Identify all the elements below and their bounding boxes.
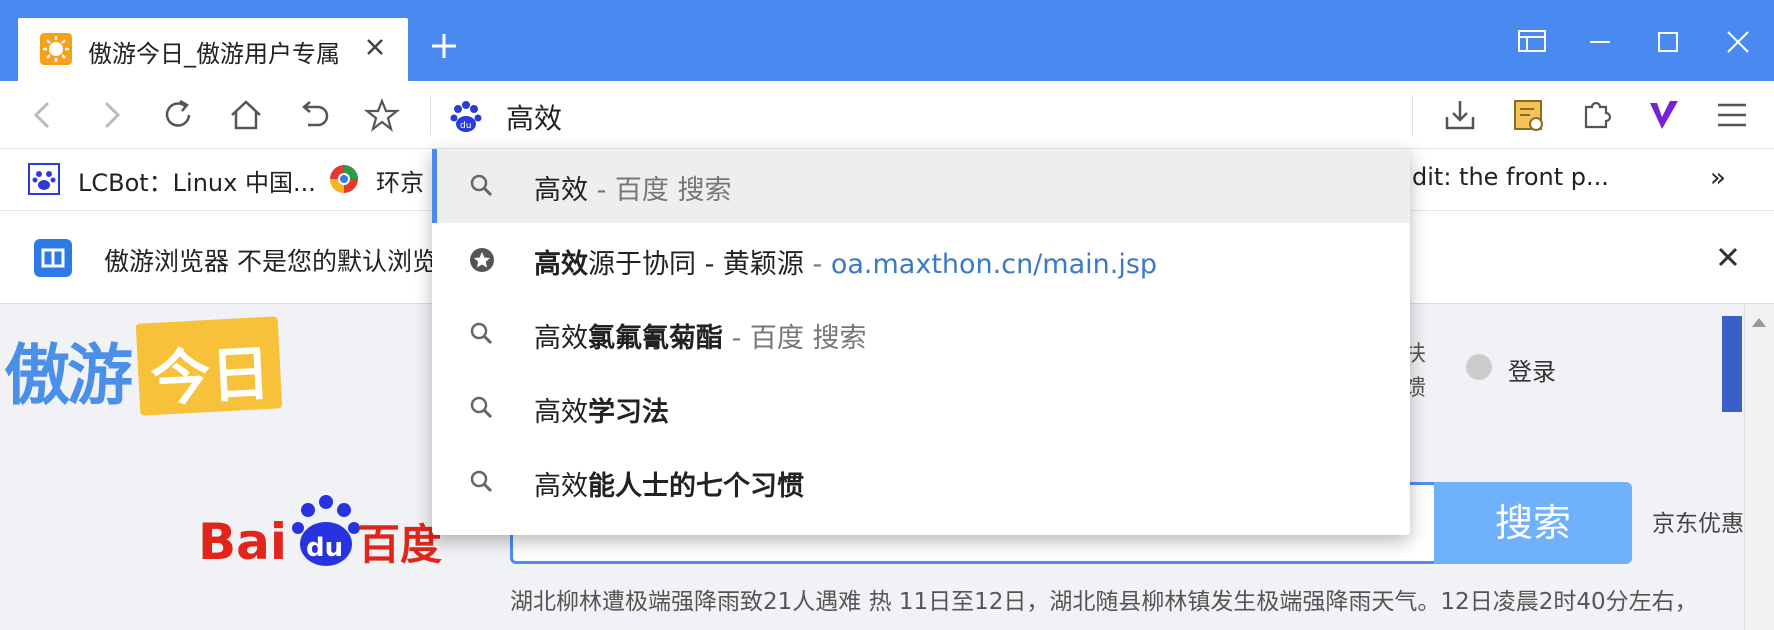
undo-icon[interactable] bbox=[294, 95, 334, 135]
scroll-up-arrow-icon[interactable] bbox=[1750, 314, 1768, 328]
user-avatar-icon bbox=[1466, 354, 1492, 380]
search-icon bbox=[468, 320, 496, 348]
title-bar: 傲游今日_傲游用户专属 bbox=[0, 0, 1774, 81]
back-icon[interactable] bbox=[24, 95, 64, 135]
bookmark-reddit[interactable]: dit: the front p... bbox=[1412, 163, 1609, 191]
new-tab-plus-icon[interactable] bbox=[428, 30, 460, 62]
ad-thumbnail[interactable] bbox=[1722, 316, 1742, 412]
search-icon bbox=[468, 468, 496, 496]
baidu-paw-icon[interactable]: du bbox=[446, 97, 482, 132]
reload-icon[interactable] bbox=[158, 95, 198, 135]
menu-hamburger-icon[interactable] bbox=[1712, 95, 1752, 135]
infobar-close-icon[interactable] bbox=[1712, 241, 1744, 273]
notes-icon[interactable] bbox=[1508, 95, 1548, 135]
maxthon-logo-icon bbox=[34, 239, 72, 277]
bookmark-huanjing[interactable]: 环京 bbox=[376, 163, 424, 198]
login-link[interactable]: 登录 bbox=[1508, 352, 1556, 387]
infobar-message: 傲游浏览器 不是您的默认浏览 bbox=[104, 247, 437, 276]
close-window-icon[interactable] bbox=[1718, 22, 1758, 62]
svg-text:du: du bbox=[306, 533, 343, 563]
download-icon[interactable] bbox=[1440, 95, 1480, 135]
suggestion-item[interactable]: 高效能人士的七个习惯 bbox=[432, 445, 1410, 519]
sun-favicon-icon bbox=[40, 33, 72, 65]
address-input[interactable]: 高效 bbox=[506, 97, 562, 137]
bookmark-lcbot[interactable]: LCBot：Linux 中国... bbox=[78, 163, 316, 198]
svg-text:du: du bbox=[460, 121, 471, 131]
home-icon[interactable] bbox=[226, 95, 266, 135]
jd-promo-link[interactable]: 京东优惠 bbox=[1652, 504, 1744, 538]
suggestion-item[interactable]: 高效学习法 bbox=[432, 371, 1410, 445]
maxthon-today-logo: 傲游 bbox=[4, 337, 133, 414]
window-layout-icon[interactable] bbox=[1512, 22, 1552, 62]
toolbar: du 高效 bbox=[0, 81, 1774, 149]
omnibox-suggestions: 高效 - 百度 搜索 高效源于协同 - 黄颖源 - oa.maxthon.cn/… bbox=[432, 149, 1410, 535]
forward-icon[interactable] bbox=[90, 95, 130, 135]
extensions-puzzle-icon[interactable] bbox=[1576, 95, 1616, 135]
minimize-icon[interactable] bbox=[1580, 22, 1620, 62]
svg-text:百度: 百度 bbox=[358, 520, 442, 569]
suggestion-item[interactable]: 高效氯氟氰菊酯 - 百度 搜索 bbox=[432, 297, 1410, 371]
globe-bookmark-icon bbox=[328, 163, 360, 195]
page-scrollbar[interactable] bbox=[1744, 304, 1774, 630]
suggestion-item[interactable]: 高效源于协同 - 黄颖源 - oa.maxthon.cn/main.jsp bbox=[432, 223, 1410, 297]
svg-text:Bai: Bai bbox=[198, 513, 287, 571]
logo-today-badge: 今日 bbox=[135, 316, 283, 416]
v-extension-icon[interactable] bbox=[1644, 95, 1684, 135]
bookmarks-overflow-icon[interactable]: » bbox=[1710, 163, 1726, 193]
suggestion-item[interactable]: 高效 - 百度 搜索 bbox=[432, 149, 1410, 223]
search-icon bbox=[468, 172, 496, 200]
page-search-button[interactable]: 搜索 bbox=[1434, 482, 1632, 564]
news-headline[interactable]: 湖北柳林遭极端强降雨致21人遇难 热 11日至12日，湖北随县柳林镇发生极端强降… bbox=[510, 582, 1698, 616]
search-icon bbox=[468, 394, 496, 422]
baidu-logo: Bai du 百度 bbox=[198, 484, 448, 574]
maximize-icon[interactable] bbox=[1648, 22, 1688, 62]
bookmark-star-icon bbox=[468, 246, 496, 274]
tab-title: 傲游今日_傲游用户专属 bbox=[88, 40, 340, 68]
tab-active[interactable]: 傲游今日_傲游用户专属 bbox=[18, 18, 408, 81]
baidu-bookmark-icon bbox=[28, 163, 60, 195]
favorite-star-icon[interactable] bbox=[362, 95, 402, 135]
tab-close-icon[interactable] bbox=[360, 32, 390, 62]
